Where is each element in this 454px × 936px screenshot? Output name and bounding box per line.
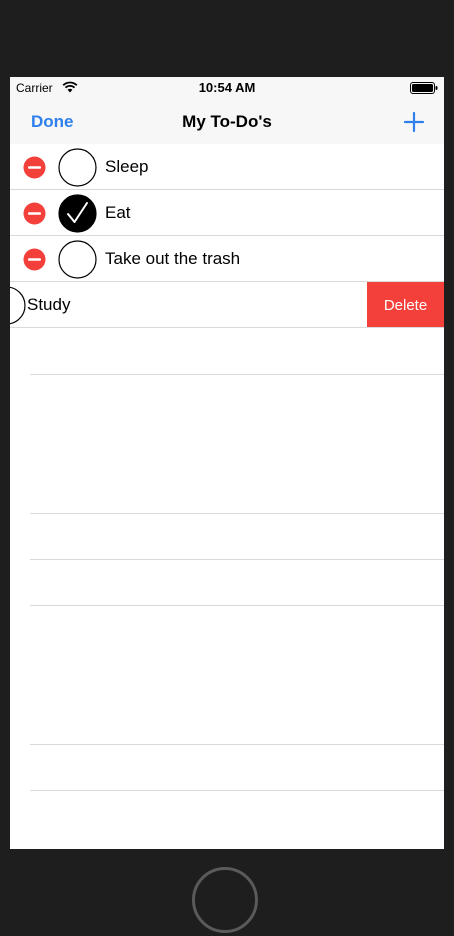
checkbox-empty-icon[interactable]: [58, 240, 97, 279]
status-time: 10:54 AM: [198, 80, 256, 95]
todo-row-swiped[interactable]: Study Delete: [10, 282, 444, 328]
todo-label: Eat: [105, 203, 131, 222]
empty-row-divider: [30, 605, 444, 606]
empty-row-divider: [30, 374, 444, 375]
empty-row-divider: [30, 513, 444, 514]
app-screen: Carrier 10:54 AM Done My To-Do's Sleep E…: [10, 77, 444, 849]
page-title: My To-Do's: [182, 112, 272, 131]
empty-row-divider: [30, 790, 444, 791]
checkbox-empty-icon[interactable]: [10, 286, 26, 325]
empty-row-divider: [30, 559, 444, 560]
todo-row[interactable]: Take out the trash: [10, 236, 444, 282]
delete-toggle-icon[interactable]: [23, 202, 46, 225]
checkbox-checked-icon[interactable]: [58, 194, 97, 233]
empty-row-divider: [30, 744, 444, 745]
todo-label: Sleep: [105, 157, 149, 176]
checkbox-empty-icon[interactable]: [58, 148, 97, 187]
status-bar: Carrier 10:54 AM: [10, 77, 444, 99]
row-divider: [10, 327, 444, 328]
home-button[interactable]: [192, 867, 258, 933]
plus-icon[interactable]: [403, 111, 425, 133]
battery-icon: [410, 82, 438, 94]
device-frame: Carrier 10:54 AM Done My To-Do's Sleep E…: [0, 0, 454, 936]
todo-row[interactable]: Eat: [10, 190, 444, 236]
navigation-bar: Done My To-Do's: [10, 99, 444, 144]
delete-button[interactable]: Delete: [367, 282, 444, 328]
todo-label: Study: [27, 295, 71, 314]
delete-toggle-icon[interactable]: [23, 248, 46, 271]
todo-label: Take out the trash: [105, 249, 241, 268]
delete-toggle-icon[interactable]: [23, 156, 46, 179]
todo-row[interactable]: Sleep: [10, 144, 444, 190]
